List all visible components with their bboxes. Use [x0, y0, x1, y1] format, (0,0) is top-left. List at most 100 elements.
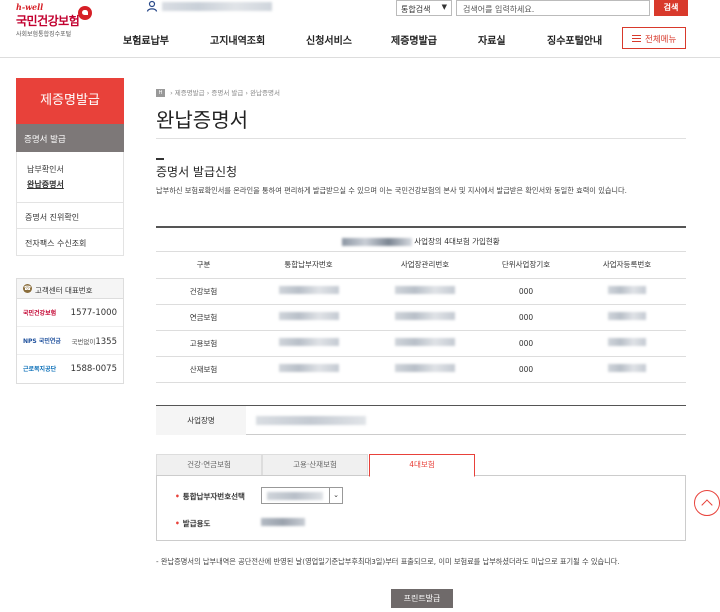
- nps-number-wrap: 국번없이1355: [71, 336, 117, 347]
- table-row: 건강보험 000: [156, 278, 686, 305]
- sidebar-link-full-payment-certificate[interactable]: 완납증명서: [27, 179, 123, 190]
- breadcrumb-item: 완납증명서: [250, 89, 280, 97]
- unit-code: 000: [484, 304, 568, 331]
- purpose-value-redacted: [261, 518, 305, 526]
- workplace-number-redacted: [366, 330, 484, 357]
- unit-code: 000: [484, 330, 568, 357]
- insurance-type: 고용보험: [156, 330, 251, 357]
- unit-code: 000: [484, 356, 568, 383]
- business-name-label: 사업장명: [156, 406, 246, 435]
- tab-employment-accident[interactable]: 고용·산재보험: [262, 454, 368, 476]
- section-title: 증명서 발급신청: [156, 165, 238, 179]
- nav-item-notice-history[interactable]: 고지내역조회: [210, 32, 265, 47]
- center-row-nhis: 국민건강보험 1577-1000: [17, 299, 123, 327]
- nav-item-certificates[interactable]: 제증명발급: [391, 32, 437, 47]
- center-row-nps: NPS 국민연금 국번없이1355: [17, 327, 123, 355]
- center-row-comwel: 근로복지공단 1588-0075: [17, 355, 123, 383]
- nhis-number: 1577-1000: [70, 308, 117, 318]
- table-header-row: 구분 통합납부자번호 사업장관리번호 단위사업장기호 사업자등록번호: [156, 252, 686, 279]
- workplace-number-redacted: [366, 278, 484, 305]
- biz-reg-number-redacted: [568, 304, 686, 331]
- heart-logo-icon: [78, 6, 92, 20]
- unit-code: 000: [484, 278, 568, 305]
- business-name-row: 사업장명: [156, 405, 686, 435]
- nav-item-portal-guide[interactable]: 징수포털안내: [547, 32, 602, 47]
- tab-panel: • 통합납부자번호선택 ⌄ • 발급용도: [156, 475, 686, 541]
- breadcrumb-item[interactable]: 제증명발급: [175, 89, 205, 97]
- full-menu-button[interactable]: 전체메뉴: [622, 27, 686, 49]
- nav-item-resources[interactable]: 자료실: [478, 32, 506, 47]
- notice-text: - 완납증명서의 납부내역은 공단전산에 반영된 날(영업일기준납부후최대3일)…: [156, 557, 620, 566]
- user-icon: [146, 0, 158, 12]
- customer-center-box: ☎ 고객센터 대표번호 국민건강보험 1577-1000 NPS 국민연금 국번…: [16, 278, 124, 384]
- table-row: 연금보험 000: [156, 304, 686, 331]
- nav-item-premium-payment[interactable]: 보험료납부: [123, 32, 169, 47]
- nps-logo: NPS 국민연금: [23, 338, 61, 345]
- sidebar-section-certificate-issue[interactable]: 증명서 발급: [16, 124, 124, 152]
- nav-item-application[interactable]: 신청서비스: [306, 32, 352, 47]
- search-scope-value: 통합검색: [401, 5, 431, 14]
- hamburger-icon: [632, 35, 641, 42]
- sidebar-item-efax-inquiry[interactable]: 전자팩스 수신조회: [17, 229, 123, 255]
- nps-number: 1355: [95, 337, 117, 347]
- section-description: 납부하신 보험료확인서를 온라인을 통하여 편리하게 발급받으실 수 있으며 이…: [156, 186, 627, 195]
- table-caption: 사업장의 4대보험 가입현황: [156, 228, 686, 252]
- nhis-logo: 국민건강보험: [23, 310, 57, 317]
- biz-reg-number-redacted: [568, 330, 686, 357]
- comwel-logo: 근로복지공단: [23, 366, 57, 373]
- column-header: 단위사업장기호: [484, 252, 568, 279]
- phone-icon: ☎: [23, 284, 32, 293]
- company-name-redacted: [342, 238, 413, 246]
- logo-subtitle: 사회보험통합징수포털: [16, 31, 72, 38]
- breadcrumb-item[interactable]: 증명서 발급: [211, 89, 243, 97]
- site-header: h-well 국민건강보험 사회보험통합징수포털 통합검색 ▼ 검색어를 입력하…: [0, 0, 720, 58]
- site-logo[interactable]: h-well 국민건강보험 사회보험통합징수포털: [16, 2, 96, 42]
- scroll-top-button[interactable]: [694, 490, 720, 516]
- logo-name: 국민건강보험: [16, 14, 80, 28]
- search-button[interactable]: 검색: [654, 0, 688, 16]
- home-icon[interactable]: H: [156, 89, 165, 97]
- insurance-table: 구분 통합납부자번호 사업장관리번호 단위사업장기호 사업자등록번호 건강보험 …: [156, 252, 686, 383]
- purpose-label-text: 발급용도: [182, 519, 211, 528]
- customer-center-header: ☎ 고객센터 대표번호: [17, 279, 123, 299]
- insurance-type: 연금보험: [156, 304, 251, 331]
- payer-number-redacted: [251, 356, 366, 383]
- sidebar-sublinks: 납부확인서 완납증명서: [17, 152, 123, 203]
- payer-number-redacted: [251, 278, 366, 305]
- column-header: 통합납부자번호: [251, 252, 366, 279]
- payer-number-select[interactable]: ⌄: [261, 487, 343, 504]
- page-title: 완납증명서: [156, 108, 248, 132]
- insurance-type: 산재보험: [156, 356, 251, 383]
- title-divider: [156, 138, 686, 139]
- table-row: 산재보험 000: [156, 356, 686, 383]
- business-name-redacted: [256, 416, 366, 425]
- sidebar-item-authenticity-check[interactable]: 증명서 진위확인: [17, 203, 123, 229]
- payer-number-redacted: [251, 304, 366, 331]
- tab-health-pension[interactable]: 건강·연금보험: [156, 454, 262, 476]
- print-issue-button[interactable]: 프린트발급: [391, 589, 453, 608]
- insurance-status-table: 사업장의 4대보험 가입현황 구분 통합납부자번호 사업장관리번호 단위사업장기…: [156, 226, 686, 383]
- full-menu-label: 전체메뉴: [645, 35, 677, 45]
- insurance-tabs: 건강·연금보험 고용·산재보험 4대보험: [156, 454, 686, 477]
- payer-number-redacted: [251, 330, 366, 357]
- payer-number-value-redacted: [267, 492, 323, 500]
- tab-four-insurances[interactable]: 4대보험: [369, 454, 475, 477]
- section-mark: [156, 158, 164, 160]
- user-name-redacted: [162, 2, 272, 11]
- logo-tag: h-well: [16, 2, 44, 12]
- search-input[interactable]: 검색어를 입력하세요.: [456, 0, 650, 16]
- sidebar-title: 제증명발급: [16, 78, 124, 124]
- workplace-number-redacted: [366, 304, 484, 331]
- column-header: 사업장관리번호: [366, 252, 484, 279]
- search-scope-select[interactable]: 통합검색 ▼: [396, 0, 452, 16]
- sidebar-menu: 납부확인서 완납증명서 증명서 진위확인 전자팩스 수신조회: [16, 152, 124, 256]
- biz-reg-number-redacted: [568, 278, 686, 305]
- payer-number-label-text: 통합납부자번호선택: [182, 492, 245, 501]
- payer-number-label: • 통합납부자번호선택: [175, 492, 245, 501]
- workplace-number-redacted: [366, 356, 484, 383]
- table-caption-text: 사업장의 4대보험 가입현황: [414, 237, 500, 246]
- sidebar-link-payment-confirmation[interactable]: 납부확인서: [27, 164, 123, 175]
- column-header: 구분: [156, 252, 251, 279]
- column-header: 사업자등록번호: [568, 252, 686, 279]
- table-row: 고용보험 000: [156, 330, 686, 357]
